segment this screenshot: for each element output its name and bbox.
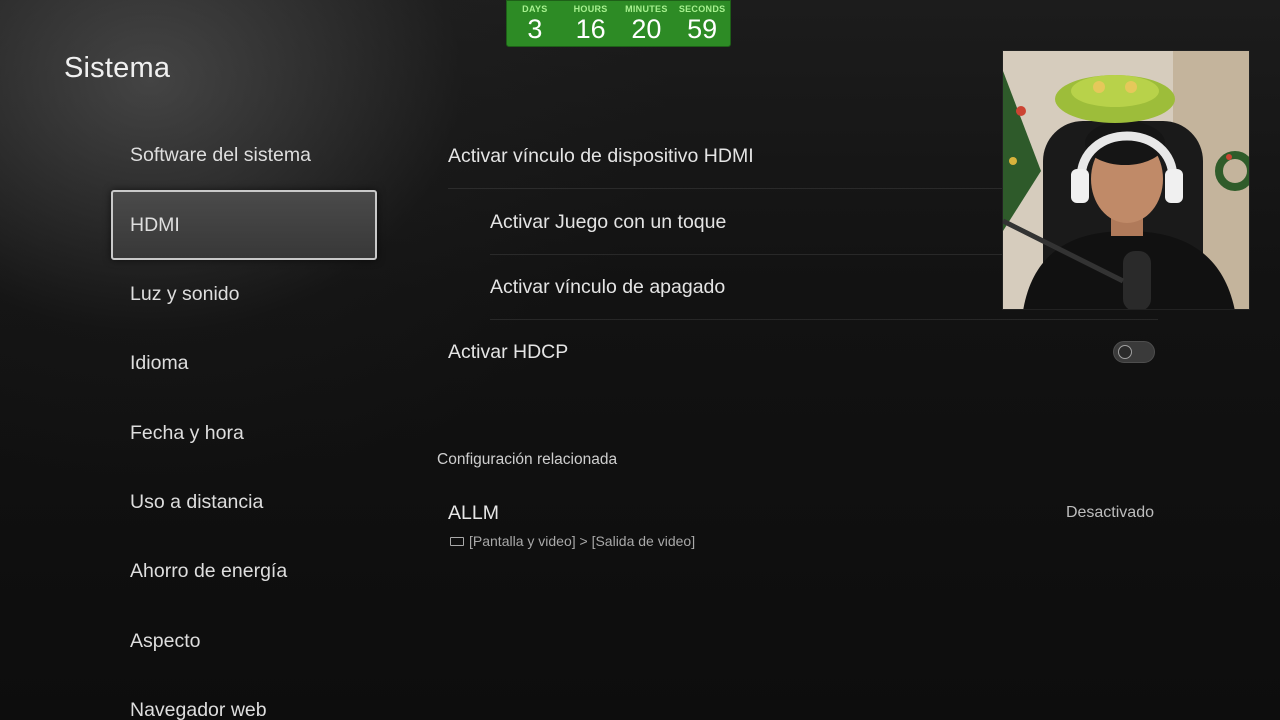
setting-label: Activar vínculo de dispositivo HDMI (448, 144, 754, 167)
sidebar-item-label: Luz y sonido (130, 282, 240, 305)
sidebar-item-label: Uso a distancia (130, 490, 264, 513)
sidebar-item-label: Navegador web (130, 698, 267, 720)
timer-seconds-value: 59 (687, 14, 718, 44)
allm-setting[interactable]: ALLM (448, 502, 499, 525)
page-title: Sistema (64, 52, 171, 84)
setting-label: Activar Juego con un toque (490, 210, 727, 233)
sidebar-item-label: Ahorro de energía (130, 559, 288, 582)
timer-minutes-label: MINUTES (625, 4, 668, 14)
timer-seconds-label: SECONDS (678, 4, 726, 14)
allm-path-text: [Pantalla y video] > [Salida de video] (469, 533, 696, 549)
sidebar-item-appearance[interactable]: Aspecto (111, 606, 377, 676)
timer-hours: HOURS 16 (563, 1, 619, 46)
timer-days-label: DAYS (522, 4, 548, 14)
power-off-link-setting[interactable]: Activar vínculo de apagado (490, 254, 725, 320)
timer-days: DAYS 3 (507, 1, 563, 46)
setting-label: Activar vínculo de apagado (490, 275, 726, 298)
sidebar-item-date-time[interactable]: Fecha y hora (111, 398, 377, 468)
sidebar-item-software[interactable]: Software del sistema (111, 120, 377, 190)
screen-icon (450, 536, 464, 546)
related-settings-heading: Configuración relacionada (437, 451, 618, 468)
sidebar-item-label: Fecha y hora (130, 421, 244, 444)
sidebar-item-light-sound[interactable]: Luz y sonido (111, 259, 377, 329)
timer-minutes: MINUTES 20 (619, 1, 675, 46)
ps5-settings-screen: Sistema Software del sistema HDMI Luz y … (0, 0, 1280, 720)
allm-breadcrumb: [Pantalla y video] > [Salida de video] (450, 533, 695, 549)
sidebar-item-power-saving[interactable]: Ahorro de energía (111, 536, 377, 606)
timer-hours-value: 16 (575, 14, 606, 44)
timer-hours-label: HOURS (573, 4, 608, 14)
toggle-knob (1118, 345, 1132, 359)
allm-status: Desactivado (1065, 504, 1154, 521)
sidebar-item-label: Software del sistema (130, 143, 311, 166)
countdown-timer: DAYS 3 HOURS 16 MINUTES 20 SECONDS 59 (506, 0, 731, 47)
one-touch-play-setting[interactable]: Activar Juego con un toque (490, 189, 726, 255)
sidebar-item-label: Aspecto (130, 629, 201, 652)
timer-days-value: 3 (527, 14, 543, 44)
webcam-overlay (1002, 50, 1250, 310)
sidebar-item-remote-play[interactable]: Uso a distancia (111, 467, 377, 537)
hdmi-link-setting[interactable]: Activar vínculo de dispositivo HDMI (448, 123, 754, 189)
hdcp-setting[interactable]: Activar HDCP (448, 319, 1158, 385)
sidebar-item-web-browser[interactable]: Navegador web (111, 675, 377, 720)
streamer-webcam-image (1003, 51, 1249, 309)
sidebar-item-label: HDMI (130, 213, 180, 236)
sidebar-item-label: Idioma (130, 351, 189, 374)
sidebar-item-hdmi[interactable]: HDMI (111, 190, 377, 260)
sidebar-item-language[interactable]: Idioma (111, 328, 377, 398)
timer-seconds: SECONDS 59 (674, 1, 730, 46)
hdcp-toggle[interactable] (1113, 341, 1155, 363)
setting-label: Activar HDCP (448, 340, 569, 363)
timer-minutes-value: 20 (631, 14, 662, 44)
